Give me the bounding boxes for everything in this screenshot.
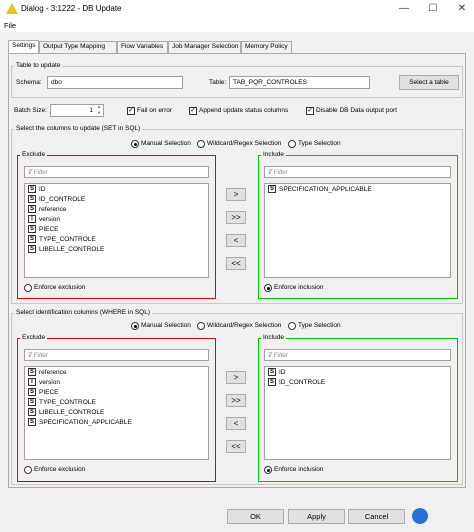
set-manual-radio[interactable] bbox=[131, 140, 139, 148]
list-item[interactable]: S SPECIFICATION_APPLICABLE bbox=[268, 185, 372, 194]
where-wildcard-label: Wildcard/Regex Selection bbox=[207, 322, 282, 329]
where-include-label: Include bbox=[261, 334, 286, 341]
menu-file[interactable]: File bbox=[4, 21, 16, 30]
where-add-all-button[interactable]: >> bbox=[226, 394, 246, 407]
list-item[interactable]: Iversion bbox=[28, 378, 60, 387]
select-table-button[interactable]: Select a table bbox=[399, 75, 459, 90]
set-type-label: Type Selection bbox=[298, 140, 341, 147]
where-manual-label: Manual Selection bbox=[141, 322, 191, 329]
where-enforce-exclusion-label: Enforce exclusion bbox=[34, 466, 86, 473]
list-item[interactable]: S LIBELLE_CONTROLE bbox=[28, 408, 104, 417]
set-exclude-filter[interactable]: ⊽ Filter bbox=[24, 166, 209, 178]
tab-job-manager-selection[interactable]: Job Manager Selection bbox=[168, 41, 241, 53]
cancel-button[interactable]: Cancel bbox=[348, 509, 405, 524]
filter-icon: ⊽ bbox=[267, 169, 274, 176]
list-item[interactable]: S TYPE_CONTROLE bbox=[28, 235, 96, 244]
ok-button[interactable]: OK bbox=[227, 509, 284, 524]
list-item[interactable]: S TYPE_CONTROLE bbox=[28, 398, 96, 407]
where-include-filter[interactable]: ⊽ Filter bbox=[264, 349, 451, 361]
where-include-list[interactable]: S ID S ID_CONTROLE bbox=[264, 366, 451, 460]
minimize-button[interactable]: — bbox=[394, 2, 414, 16]
set-add-button[interactable]: > bbox=[226, 188, 246, 201]
tab-flow-variables[interactable]: Flow Variables bbox=[117, 41, 168, 53]
list-item[interactable]: S ID_CONTROLE bbox=[28, 195, 85, 204]
where-remove-button[interactable]: < bbox=[226, 417, 246, 430]
set-enforce-inclusion-label: Enforce inclusion bbox=[274, 284, 324, 291]
set-include-filter-placeholder: Filter bbox=[273, 169, 289, 176]
list-item[interactable]: S SPECIFICATION_APPLICABLE bbox=[28, 418, 132, 427]
table-field[interactable]: TAB_PQR_CONTROLES bbox=[229, 76, 370, 89]
list-item[interactable]: Sreference bbox=[28, 205, 66, 214]
list-item[interactable]: S ID bbox=[268, 368, 286, 377]
where-add-button[interactable]: > bbox=[226, 371, 246, 384]
list-item[interactable]: S ID_CONTROLE bbox=[268, 378, 325, 387]
fail-on-error-checkbox[interactable]: ✓ bbox=[127, 107, 135, 115]
maximize-button[interactable]: ☐ bbox=[423, 2, 443, 16]
close-button[interactable]: ✕ bbox=[452, 2, 472, 16]
set-include-label: Include bbox=[261, 151, 286, 158]
set-manual-label: Manual Selection bbox=[141, 140, 191, 147]
where-section-label: Select identification columns (WHERE in … bbox=[14, 309, 153, 316]
append-status-checkbox[interactable]: ✓ bbox=[189, 107, 197, 115]
where-exclude-filter-placeholder: Filter bbox=[33, 352, 49, 359]
where-enforce-inclusion-radio[interactable] bbox=[264, 466, 272, 474]
disable-output-checkbox[interactable]: ✓ bbox=[306, 107, 314, 115]
schema-label: Schema: bbox=[16, 79, 42, 86]
set-wildcard-radio[interactable] bbox=[197, 140, 205, 148]
set-enforce-exclusion-radio[interactable] bbox=[24, 284, 32, 292]
append-status-label: Append update status columns bbox=[199, 107, 289, 114]
set-exclude-label: Exclude bbox=[20, 151, 48, 158]
list-item[interactable]: S PIECE bbox=[28, 388, 59, 397]
warning-icon bbox=[6, 3, 18, 14]
batch-size-label: Batch Size: bbox=[14, 107, 47, 114]
where-exclude-filter[interactable]: ⊽ Filter bbox=[24, 349, 209, 361]
tab-memory-policy[interactable]: Memory Policy bbox=[241, 41, 292, 53]
set-wildcard-label: Wildcard/Regex Selection bbox=[207, 140, 282, 147]
where-exclude-list[interactable]: Sreference Iversion S PIECE S TYPE_CONTROL… bbox=[24, 366, 209, 460]
list-item[interactable]: Sreference bbox=[28, 368, 66, 377]
disable-output-label: Disable DB Data output port bbox=[316, 107, 397, 114]
help-icon[interactable] bbox=[412, 508, 428, 524]
table-label: Table: bbox=[209, 79, 227, 86]
filter-icon: ⊽ bbox=[267, 352, 274, 359]
list-item[interactable]: Iversion bbox=[28, 215, 60, 224]
where-remove-all-button[interactable]: << bbox=[226, 440, 246, 453]
list-item[interactable]: S ID bbox=[28, 185, 46, 194]
set-enforce-exclusion-label: Enforce exclusion bbox=[34, 284, 86, 291]
menu-bar bbox=[0, 19, 474, 32]
filter-icon: ⊽ bbox=[27, 169, 34, 176]
window-title: Dialog - 3:1222 - DB Update bbox=[21, 4, 122, 13]
where-wildcard-radio[interactable] bbox=[197, 322, 205, 330]
set-remove-all-button[interactable]: << bbox=[226, 257, 246, 270]
where-type-radio[interactable] bbox=[288, 322, 296, 330]
tab-output-type-mapping[interactable]: Output Type Mapping bbox=[39, 41, 117, 53]
where-manual-radio[interactable] bbox=[131, 322, 139, 330]
list-item[interactable]: S PIECE bbox=[28, 225, 59, 234]
set-include-filter[interactable]: ⊽ Filter bbox=[264, 166, 451, 178]
batch-size-spinner[interactable]: ▲ ▼ bbox=[97, 104, 103, 117]
set-type-radio[interactable] bbox=[288, 140, 296, 148]
table-group-label: Table to update bbox=[14, 62, 63, 69]
where-enforce-exclusion-radio[interactable] bbox=[24, 466, 32, 474]
set-exclude-filter-placeholder: Filter bbox=[33, 169, 49, 176]
fail-on-error-label: Fail on error bbox=[137, 107, 173, 114]
set-exclude-list[interactable]: S ID S ID_CONTROLE Sreference Iversion S PI… bbox=[24, 183, 209, 278]
set-remove-button[interactable]: < bbox=[226, 234, 246, 247]
batch-size-field[interactable]: 1 bbox=[50, 104, 104, 117]
filter-icon: ⊽ bbox=[27, 352, 34, 359]
where-exclude-label: Exclude bbox=[20, 334, 48, 341]
set-add-all-button[interactable]: >> bbox=[226, 211, 246, 224]
schema-field[interactable]: dbo bbox=[47, 76, 183, 89]
where-include-filter-placeholder: Filter bbox=[273, 352, 289, 359]
list-item[interactable]: S LIBELLE_CONTROLE bbox=[28, 245, 104, 254]
set-enforce-inclusion-radio[interactable] bbox=[264, 284, 272, 292]
apply-button[interactable]: Apply bbox=[288, 509, 345, 524]
where-enforce-inclusion-label: Enforce inclusion bbox=[274, 466, 324, 473]
set-include-list[interactable]: S SPECIFICATION_APPLICABLE bbox=[264, 183, 451, 278]
where-type-label: Type Selection bbox=[298, 322, 341, 329]
tab-settings[interactable]: Settings bbox=[8, 40, 39, 53]
set-section-label: Select the columns to update (SET in SQL… bbox=[14, 125, 143, 132]
